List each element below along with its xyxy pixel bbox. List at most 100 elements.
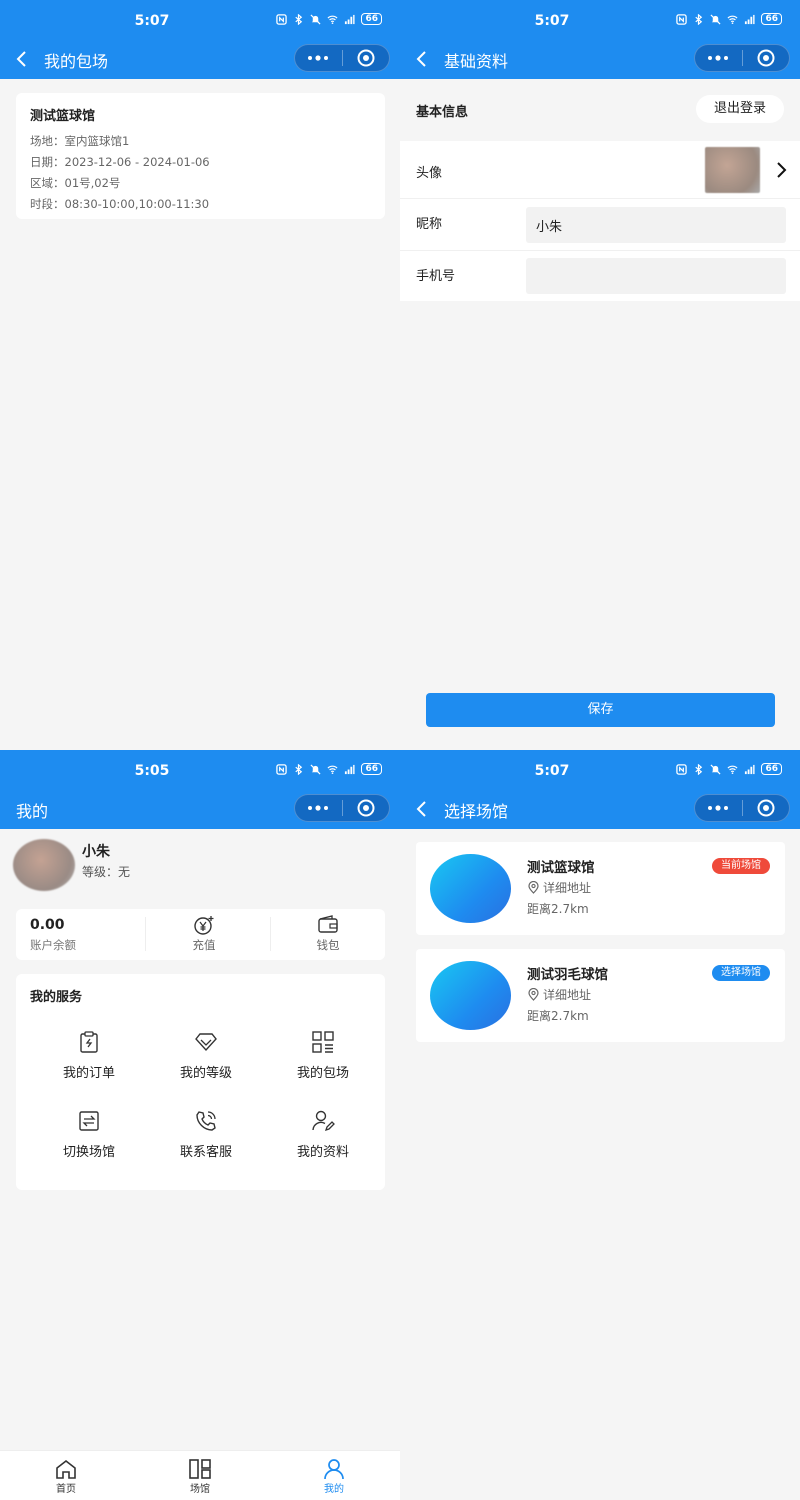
back-icon[interactable] — [14, 50, 30, 68]
basic-info-header: 基本信息 退出登录 — [400, 79, 800, 141]
page-title: 选择场馆 — [444, 802, 509, 821]
chevron-right-icon — [777, 162, 787, 178]
nav-row: 选择场馆 — [400, 792, 800, 826]
status-time: 5:05 — [134, 763, 170, 779]
service-contact-support[interactable]: 联系客服 — [151, 1109, 261, 1160]
battery-icon: 66 — [361, 13, 382, 25]
signal-icon — [745, 764, 756, 774]
close-button[interactable] — [342, 795, 389, 821]
service-switch-venue[interactable]: 切换场馆 — [34, 1109, 144, 1160]
phone-input[interactable] — [526, 258, 786, 294]
venue-card[interactable]: 测试篮球馆 详细地址 距离2.7km 当前场馆 — [416, 842, 785, 935]
divider — [270, 917, 271, 951]
back-icon[interactable] — [414, 50, 430, 68]
battery-icon: 66 — [761, 13, 782, 25]
diamond-icon — [195, 1033, 217, 1052]
signal-icon — [345, 764, 356, 774]
select-venue-button[interactable]: 选择场馆 — [712, 965, 770, 981]
venue-address-text: 详细地址 — [543, 881, 592, 895]
save-button[interactable]: 保存 — [426, 693, 775, 727]
services-title: 我的服务 — [30, 990, 83, 1005]
page-title: 我的包场 — [44, 52, 109, 71]
mute-icon — [710, 763, 721, 775]
back-icon[interactable] — [414, 800, 430, 818]
mini-program-capsule — [294, 794, 390, 822]
divider — [145, 917, 146, 951]
signal-icon — [345, 14, 356, 24]
tab-venues[interactable]: 场馆 — [170, 1459, 230, 1495]
venue-card[interactable]: 测试羽毛球馆 详细地址 距离2.7km 选择场馆 — [416, 949, 785, 1042]
booking-card[interactable]: 测试篮球馆 场地：室内篮球馆1 日期：2023-12-06 - 2024-01-… — [16, 93, 385, 219]
nickname-input[interactable] — [526, 207, 786, 243]
status-time: 5:07 — [534, 763, 570, 779]
venue-distance: 距离2.7km — [527, 1009, 589, 1023]
booking-date-line: 日期：2023-12-06 - 2024-01-06 — [30, 155, 210, 169]
more-button[interactable] — [695, 795, 742, 821]
venue-grid-icon — [189, 1459, 211, 1479]
venue-name: 测试篮球馆 — [527, 860, 595, 876]
more-button[interactable] — [695, 45, 742, 71]
close-button[interactable] — [742, 45, 789, 71]
venue-image — [430, 854, 511, 923]
more-icon — [708, 805, 729, 811]
screen-my-bookings: 5:07 66 我的包场 测试篮球馆 场地：室内篮球馆1 日期：2023-12-… — [0, 0, 400, 750]
venue-image — [430, 961, 511, 1030]
more-button[interactable] — [295, 45, 342, 71]
status-icons: 66 — [676, 763, 782, 775]
service-label: 联系客服 — [179, 1145, 232, 1160]
screen-select-venue: 5:07 66 选择场馆 测试篮球馆 详细地址 距离2.7km 当前场馆 测试羽… — [400, 750, 800, 1500]
bluetooth-icon — [295, 763, 303, 775]
more-icon — [308, 805, 329, 811]
yuan-icon — [194, 916, 214, 935]
booking-venue-name: 测试篮球馆 — [30, 109, 96, 124]
close-button[interactable] — [342, 45, 389, 71]
header-bar: 5:07 66 我的包场 — [0, 0, 400, 79]
service-my-bookings[interactable]: 我的包场 — [268, 1030, 378, 1081]
close-button[interactable] — [742, 795, 789, 821]
nickname-row: 昵称 — [400, 199, 800, 251]
more-button[interactable] — [295, 795, 342, 821]
wifi-icon — [727, 765, 738, 774]
avatar — [13, 839, 75, 891]
service-my-orders[interactable]: 我的订单 — [34, 1030, 144, 1081]
service-label: 我的包场 — [296, 1066, 349, 1081]
logout-button[interactable]: 退出登录 — [696, 95, 784, 123]
nickname-label: 昵称 — [416, 217, 443, 232]
profile-form: 头像 昵称 手机号 — [400, 141, 800, 301]
phone-icon — [196, 1111, 216, 1131]
status-bar: 5:07 66 — [400, 750, 800, 790]
more-icon — [308, 55, 329, 61]
status-bar: 5:07 66 — [400, 0, 800, 40]
grid-icon — [312, 1031, 334, 1053]
service-my-level[interactable]: 我的等级 — [151, 1030, 261, 1081]
location-pin-icon — [528, 988, 539, 1001]
status-icons: 66 — [276, 13, 382, 25]
tab-label: 场馆 — [190, 1484, 210, 1495]
mute-icon — [710, 13, 721, 25]
tab-home[interactable]: 首页 — [36, 1459, 96, 1495]
recharge-button[interactable]: 充值 — [174, 915, 234, 953]
avatar-row[interactable]: 头像 — [400, 141, 800, 199]
bluetooth-icon — [695, 13, 703, 25]
tab-mine[interactable]: 我的 — [304, 1459, 364, 1495]
nav-row: 我的包场 — [0, 42, 400, 76]
tab-label: 首页 — [56, 1484, 76, 1495]
tab-label: 我的 — [324, 1484, 344, 1495]
venue-name: 测试羽毛球馆 — [527, 967, 608, 983]
bottom-tab-bar: 首页 场馆 我的 — [0, 1450, 400, 1500]
balance-value: 0.00 — [30, 917, 65, 933]
venue-address: 详细地址 — [527, 879, 591, 896]
phone-label: 手机号 — [416, 269, 456, 284]
mute-icon — [310, 763, 321, 775]
wallet-button[interactable]: 钱包 — [298, 915, 358, 953]
nav-row: 基础资料 — [400, 42, 800, 76]
target-icon — [757, 49, 775, 67]
switch-icon — [79, 1111, 99, 1131]
status-bar: 5:05 66 — [0, 750, 400, 790]
current-venue-badge: 当前场馆 — [712, 858, 770, 874]
service-my-profile[interactable]: 我的资料 — [268, 1109, 378, 1160]
page-title: 基础资料 — [444, 52, 509, 71]
service-label: 我的资料 — [296, 1145, 349, 1160]
profile-header[interactable]: 小朱 等级：无 — [13, 839, 388, 895]
phone-row: 手机号 — [400, 251, 800, 301]
